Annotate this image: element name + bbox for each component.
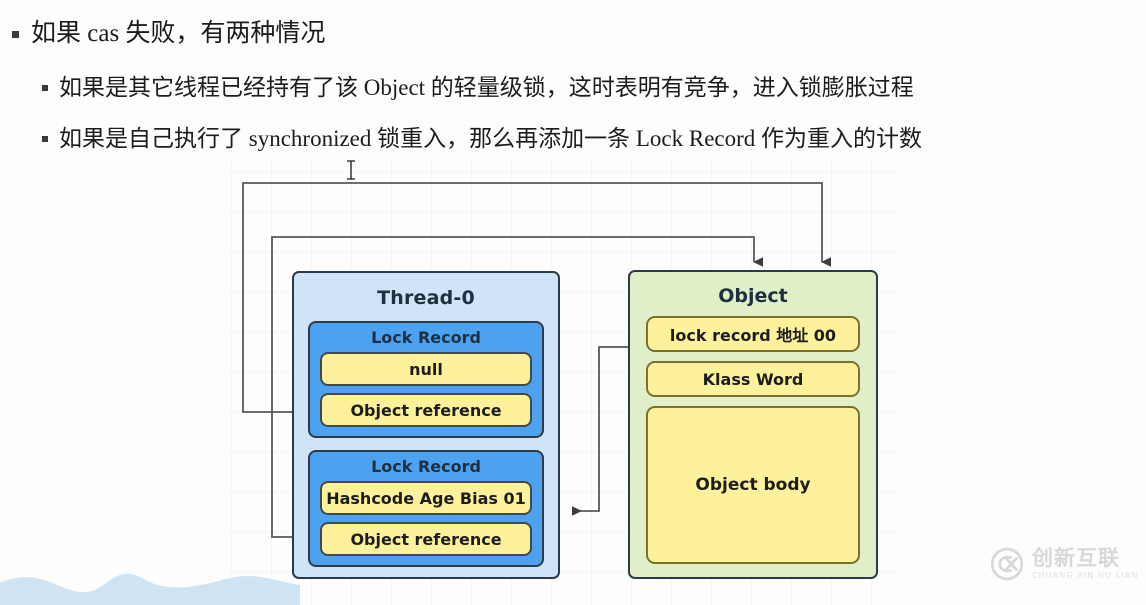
lock-record-title: Lock Record	[371, 457, 481, 476]
thread-box: Thread-0 Lock Record null Object referen…	[292, 271, 560, 579]
watermark-cn: 创新互联	[1032, 546, 1120, 570]
object-body: Object body	[646, 406, 860, 564]
watermark-text: 创新互联 CHUANG XIN HU LIAN	[1032, 548, 1139, 580]
lock-record-slot-markword: Hashcode Age Bias 01	[320, 481, 532, 515]
object-box: Object lock record 地址 00 Klass Word Obje…	[628, 270, 878, 579]
watermark: 创新互联 CHUANG XIN HU LIAN	[990, 547, 1139, 581]
lock-record-slot-null: null	[320, 352, 532, 386]
bullet-square-icon	[42, 136, 48, 143]
wave-decoration	[0, 573, 300, 605]
lock-record-title: Lock Record	[371, 328, 481, 347]
list-item-text: 如果 cas 失败，有两种情况	[31, 20, 326, 47]
lock-record-slot-object-reference: Object reference	[320, 393, 532, 427]
text-cursor-icon	[347, 160, 355, 180]
object-mark-word: lock record 地址 00	[646, 316, 860, 352]
watermark-en: CHUANG XIN HU LIAN	[1032, 571, 1139, 580]
thread-title: Thread-0	[377, 287, 475, 309]
list-item: 如果是自己执行了 synchronized 锁重入，那么再添加一条 Lock R…	[0, 124, 1146, 154]
bullet-square-icon	[42, 84, 48, 91]
brand-logo-icon	[990, 547, 1024, 581]
lock-record-1: Lock Record null Object reference	[308, 321, 544, 438]
object-klass-word: Klass Word	[646, 361, 860, 397]
list-item: 如果是其它线程已经持有了该 Object 的轻量级锁，这时表明有竞争，进入锁膨胀…	[0, 73, 1146, 103]
notes-list: 如果 cas 失败，有两种情况 如果是其它线程已经持有了该 Object 的轻量…	[0, 0, 1146, 154]
object-title: Object	[718, 285, 788, 307]
slide-root: 如果 cas 失败，有两种情况 如果是其它线程已经持有了该 Object 的轻量…	[0, 0, 1146, 605]
lock-record-2: Lock Record Hashcode Age Bias 01 Object …	[308, 450, 544, 567]
list-item-text: 如果是其它线程已经持有了该 Object 的轻量级锁，这时表明有竞争，进入锁膨胀…	[59, 74, 914, 100]
bullet-square-icon	[12, 31, 19, 38]
list-item: 如果 cas 失败，有两种情况	[0, 18, 1146, 51]
lock-record-slot-object-reference: Object reference	[320, 522, 532, 556]
list-item-text: 如果是自己执行了 synchronized 锁重入，那么再添加一条 Lock R…	[59, 126, 923, 152]
